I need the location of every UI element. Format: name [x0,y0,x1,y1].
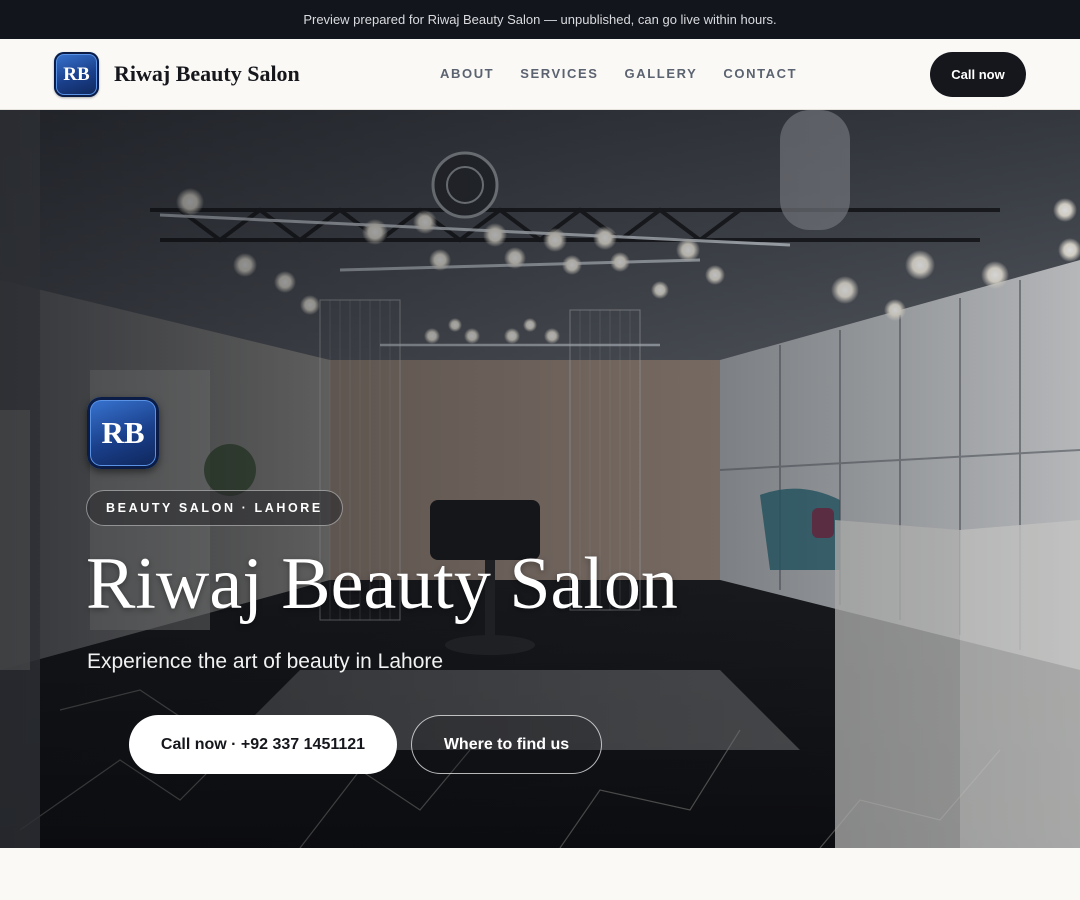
nav-link-about[interactable]: ABOUT [440,66,494,81]
nav-link-gallery[interactable]: GALLERY [625,66,698,81]
call-now-button[interactable]: Call now [930,52,1026,97]
main-nav: ABOUT SERVICES GALLERY CONTACT [440,66,797,81]
call-phone-button[interactable]: Call now · +92 337 1451121 [129,715,397,774]
logo-badge[interactable]: RB [54,52,99,97]
hero-title: Riwaj Beauty Salon [86,543,678,625]
nav-link-contact[interactable]: CONTACT [723,66,797,81]
below-hero-section [0,848,1080,900]
hero-logo-badge: RB [87,397,159,469]
hero-section: RB BEAUTY SALON · LAHORE Riwaj Beauty Sa… [0,110,1080,848]
hero-logo-initials: RB [101,415,145,450]
category-pill: BEAUTY SALON · LAHORE [86,490,343,526]
brand-name[interactable]: Riwaj Beauty Salon [114,61,300,87]
hero-tagline: Experience the art of beauty in Lahore [87,650,444,673]
announcement-bar: Preview prepared for Riwaj Beauty Salon … [0,0,1080,39]
logo-initials: RB [63,63,90,85]
announcement-text: Preview prepared for Riwaj Beauty Salon … [303,12,777,27]
nav-link-services[interactable]: SERVICES [520,66,598,81]
find-us-button[interactable]: Where to find us [411,715,602,774]
site-header: RB Riwaj Beauty Salon ABOUT SERVICES GAL… [0,39,1080,110]
